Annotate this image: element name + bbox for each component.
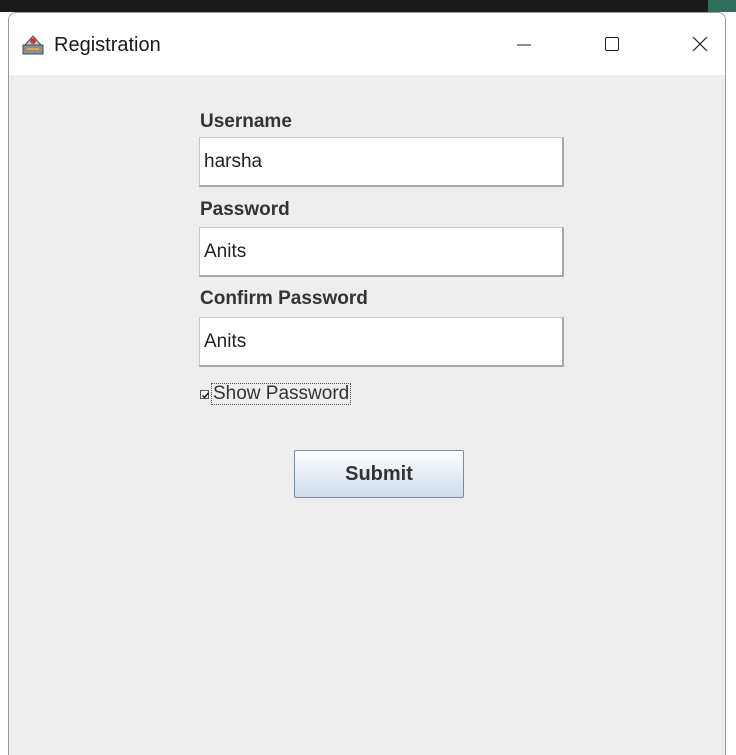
username-label: Username — [200, 111, 292, 132]
desktop-background-strip — [0, 0, 736, 12]
password-label: Password — [200, 199, 290, 220]
desktop-accent — [708, 0, 736, 12]
java-app-icon — [21, 32, 45, 56]
confirm-password-label: Confirm Password — [200, 288, 368, 309]
password-field[interactable] — [199, 227, 564, 277]
close-button[interactable] — [677, 25, 723, 63]
confirm-password-field[interactable] — [199, 317, 564, 367]
checkbox-checked-icon[interactable] — [200, 389, 210, 399]
close-icon — [692, 36, 708, 52]
maximize-icon — [605, 37, 619, 51]
minimize-icon — [517, 44, 531, 46]
form-panel: Username Password Confirm Password Show … — [9, 75, 725, 755]
submit-button[interactable]: Submit — [294, 450, 464, 498]
registration-window: Registration Username Password Confirm P… — [8, 12, 726, 755]
show-password-checkbox[interactable]: Show Password — [200, 383, 352, 405]
maximize-button[interactable] — [589, 25, 635, 63]
username-field[interactable] — [199, 137, 564, 187]
minimize-button[interactable] — [501, 25, 547, 63]
title-bar[interactable]: Registration — [9, 13, 725, 75]
show-password-label[interactable]: Show Password — [211, 383, 352, 405]
window-title: Registration — [54, 34, 161, 56]
